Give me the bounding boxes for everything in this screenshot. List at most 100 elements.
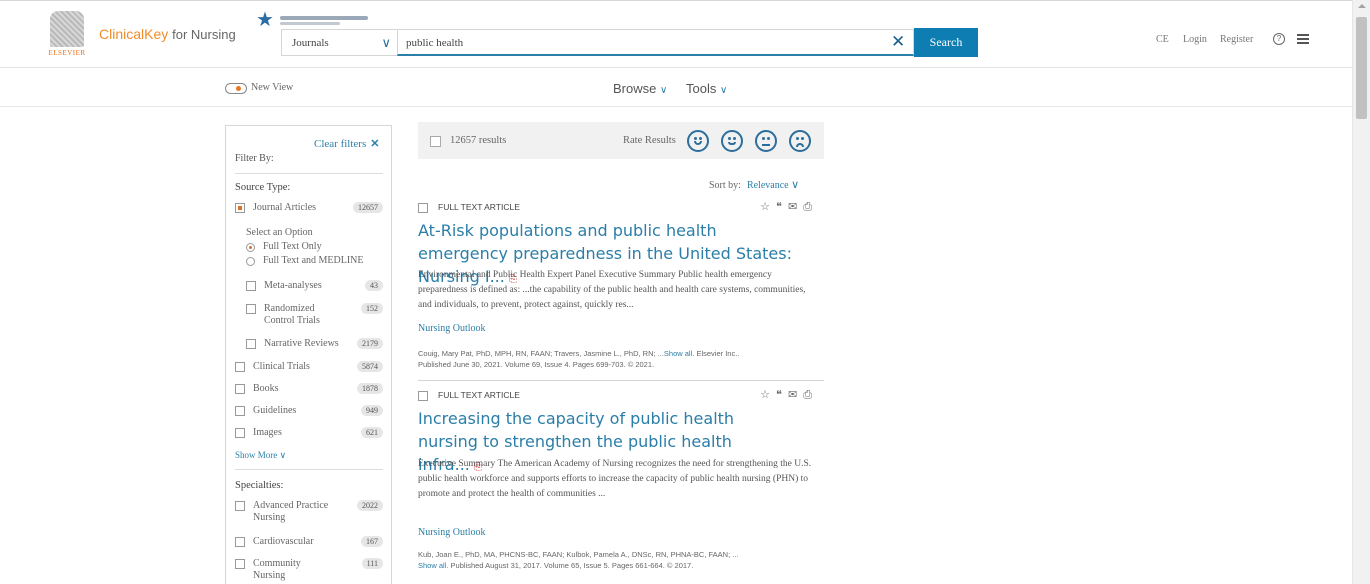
specialties-title: Specialties:	[235, 480, 284, 491]
show-more-link[interactable]: Show More ∨	[235, 450, 286, 461]
filter-by-label: Filter By:	[235, 153, 274, 164]
checkbox[interactable]	[235, 362, 245, 372]
article-meta: Couig, Mary Pat, PhD, MPH, RN, FAAN; Tra…	[418, 349, 740, 369]
filter-sidebar: Clear filters ✕ Filter By: Source Type: J…	[225, 125, 392, 584]
filter-books[interactable]: Books 1878	[235, 382, 383, 398]
results-count: 12657 results	[450, 135, 507, 146]
source-type-title: Source Type:	[235, 182, 291, 193]
print-icon[interactable]: ⎙	[803, 201, 818, 213]
filter-community-nursing[interactable]: Community Nursing 111	[235, 557, 383, 584]
checkbox[interactable]	[235, 406, 245, 416]
register-link[interactable]: Register	[1220, 34, 1253, 45]
sort-by-control[interactable]: Sort by: Relevance ∨	[709, 178, 799, 191]
article-checkbox[interactable]	[418, 203, 428, 213]
search-button[interactable]: Search	[914, 28, 978, 57]
select-option-label: Select an Option	[246, 227, 313, 238]
cite-icon[interactable]: ❝	[776, 389, 788, 401]
checkbox[interactable]	[235, 501, 245, 511]
ana-logo: ★	[256, 9, 376, 31]
filter-randomized-control-trials[interactable]: Randomized Control Trials 152	[246, 302, 383, 332]
journal-link[interactable]: Nursing Outlook	[418, 527, 486, 538]
article-abstract: Environmental and Public Health Expert P…	[418, 270, 806, 310]
clear-filters-button[interactable]: Clear filters ✕	[314, 137, 379, 150]
radio-full-text-only[interactable]	[246, 243, 255, 252]
close-icon: ✕	[370, 138, 380, 150]
filter-guidelines[interactable]: Guidelines 949	[235, 404, 383, 420]
scrollbar-thumb[interactable]	[1356, 17, 1367, 119]
article-actions: ☆❝✉⎙	[760, 200, 818, 214]
login-link[interactable]: Login	[1183, 34, 1207, 45]
result-article: FULL TEXT ARTICLE ☆❝✉⎙ Increasing the ca…	[418, 387, 824, 584]
star-icon[interactable]: ☆	[760, 201, 776, 213]
email-icon[interactable]: ✉	[788, 389, 803, 401]
help-icon[interactable]: ?	[1273, 33, 1285, 45]
very-happy-face-icon[interactable]	[687, 130, 709, 152]
elsevier-tree-icon	[50, 11, 84, 47]
select-all-checkbox[interactable]	[430, 136, 441, 147]
article-abstract: Executive Summary The American Academy o…	[418, 459, 812, 499]
brand-secondary: for Nursing	[172, 27, 236, 42]
elsevier-wordmark: ELSEVIER	[48, 49, 86, 57]
checkbox[interactable]	[235, 203, 245, 213]
chevron-down-icon: ∨	[381, 35, 391, 50]
show-all-authors-link[interactable]: Show all.	[664, 349, 694, 358]
filter-cardiovascular[interactable]: Cardiovascular 167	[235, 535, 383, 551]
journal-link[interactable]: Nursing Outlook	[418, 323, 486, 334]
article-checkbox[interactable]	[418, 391, 428, 401]
page-scrollbar[interactable]	[1352, 0, 1370, 584]
chevron-down-icon: ∨	[659, 85, 668, 96]
sort-value: Relevance	[746, 180, 789, 191]
full-text-only-label: Full Text Only	[263, 241, 322, 252]
elsevier-logo[interactable]: ELSEVIER	[45, 11, 89, 61]
show-all-authors-link[interactable]: Show all.	[418, 561, 448, 570]
browse-menu[interactable]: Browse ∨	[613, 81, 667, 96]
filter-narrative-reviews[interactable]: Narrative Reviews 2179	[246, 337, 383, 353]
sub-navigation: New View Browse ∨ Tools ∨	[0, 69, 1352, 107]
rate-results-label: Rate Results	[623, 135, 676, 146]
result-article: FULL TEXT ARTICLE ☆❝✉⎙ At-Risk populatio…	[418, 199, 824, 379]
filter-images[interactable]: Images 621	[235, 426, 383, 442]
new-view-label: New View	[251, 82, 294, 93]
filter-meta-analyses[interactable]: Meta-analyses 43	[246, 279, 383, 295]
clinicalkey-brand[interactable]: ClinicalKey for Nursing	[99, 26, 236, 42]
checkbox[interactable]	[246, 281, 256, 291]
chevron-down-icon: ∨	[279, 450, 287, 460]
new-view-toggle[interactable]	[225, 83, 247, 94]
checkbox[interactable]	[235, 384, 245, 394]
search-input[interactable]: public health	[397, 29, 914, 56]
sad-face-icon[interactable]	[789, 130, 811, 152]
checkbox[interactable]	[246, 304, 256, 314]
results-toolbar: 12657 results Rate Results	[418, 122, 824, 159]
clear-search-icon[interactable]: ✕	[891, 32, 905, 52]
tools-menu[interactable]: Tools ∨	[686, 81, 727, 96]
happy-face-icon[interactable]	[721, 130, 743, 152]
checkbox[interactable]	[235, 537, 245, 547]
search-scope-value: Journals	[292, 37, 329, 49]
site-header: ELSEVIER ClinicalKey for Nursing ★ Journ…	[0, 0, 1352, 68]
neutral-face-icon[interactable]	[755, 130, 777, 152]
checkbox[interactable]	[246, 339, 256, 349]
radio-full-text-medline[interactable]	[246, 257, 255, 266]
print-icon[interactable]: ⎙	[803, 389, 818, 401]
star-icon: ★	[256, 9, 274, 31]
article-meta: Kub, Joan E., PhD, MA, PHCNS-BC, FAAN; K…	[418, 550, 739, 570]
star-icon[interactable]: ☆	[760, 389, 776, 401]
filter-advanced-practice-nursing[interactable]: Advanced Practice Nursing 2022	[235, 499, 383, 529]
checkbox[interactable]	[235, 428, 245, 438]
brand-primary: ClinicalKey	[99, 26, 169, 42]
email-icon[interactable]: ✉	[788, 201, 803, 213]
full-text-medline-label: Full Text and MEDLINE	[263, 255, 364, 266]
scroll-up-icon[interactable]	[1358, 4, 1366, 8]
filter-journal-articles[interactable]: Journal Articles 12657	[235, 201, 383, 217]
search-query: public health	[406, 37, 464, 49]
checkbox[interactable]	[235, 559, 245, 569]
ce-link[interactable]: CE	[1156, 34, 1169, 45]
chevron-down-icon: ∨	[719, 85, 728, 96]
search-scope-select[interactable]: Journals ∨	[281, 29, 397, 56]
article-actions: ☆❝✉⎙	[760, 388, 818, 402]
article-type: FULL TEXT ARTICLE	[438, 202, 520, 212]
filter-clinical-trials[interactable]: Clinical Trials 5874	[235, 360, 383, 376]
menu-icon[interactable]	[1297, 34, 1309, 44]
cite-icon[interactable]: ❝	[776, 201, 788, 213]
article-type: FULL TEXT ARTICLE	[438, 390, 520, 400]
